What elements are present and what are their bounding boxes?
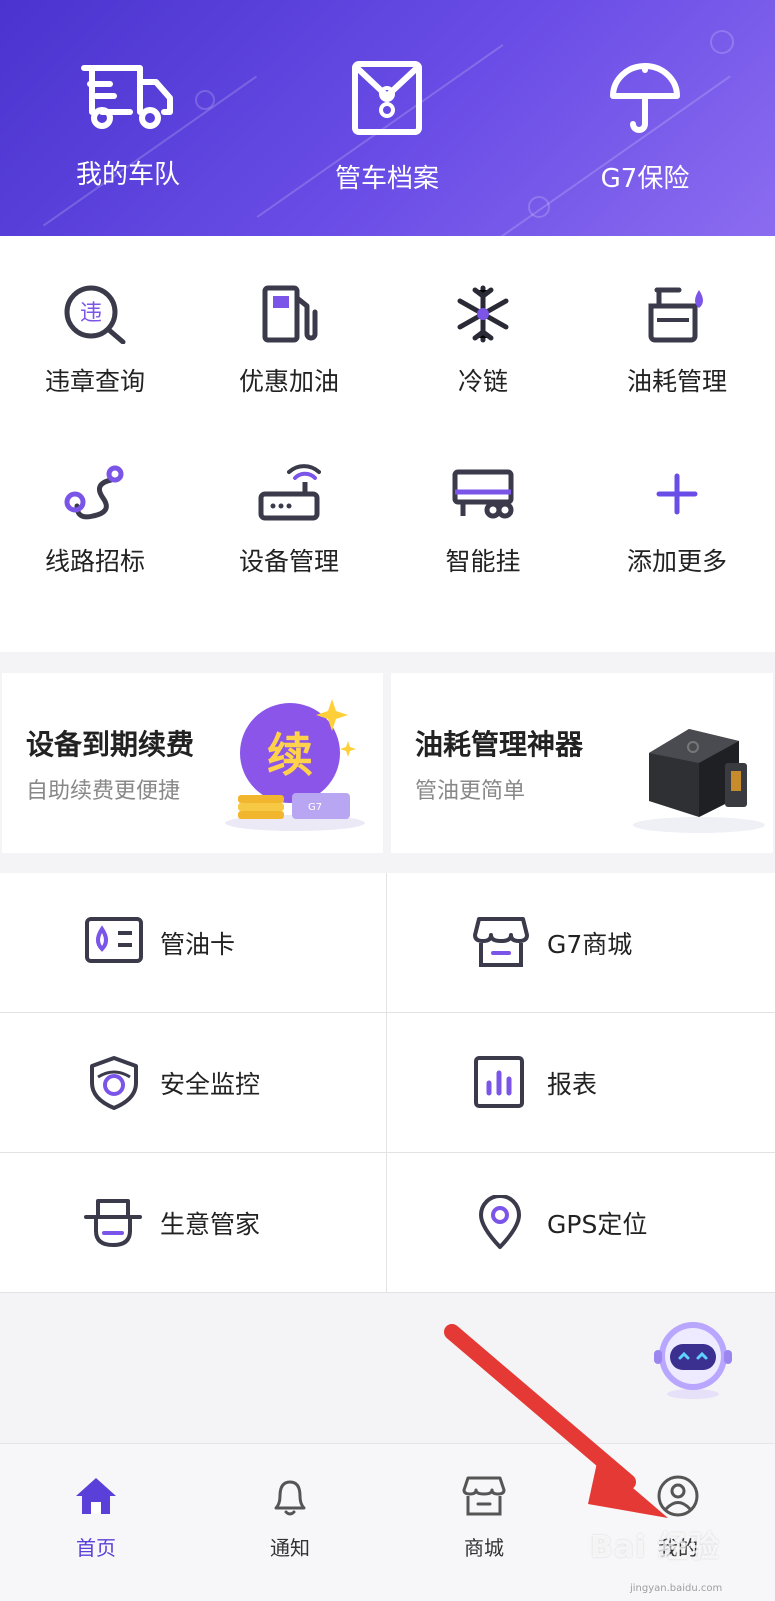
- menu-item-label: G7商城: [547, 930, 633, 959]
- menu-item-label: 报表: [547, 1070, 598, 1099]
- report-chart-icon: [474, 1056, 524, 1108]
- promo-card-subtitle: 管油更简单: [415, 779, 526, 804]
- quick-item-label: 违章查询: [44, 367, 145, 396]
- renewal-illustration-icon: 续 G7: [225, 699, 365, 831]
- shield-camera-icon: [90, 1056, 138, 1110]
- promo-card-fuel-tool[interactable]: 油耗管理神器 管油更简单: [391, 673, 773, 853]
- quick-item-device-management[interactable]: 设备管理: [194, 464, 384, 578]
- menu-item-label: 管油卡: [160, 930, 236, 959]
- trailer-icon: [452, 469, 514, 519]
- bell-icon: [274, 1480, 306, 1516]
- plus-icon: [656, 473, 698, 515]
- tab-notifications[interactable]: 通知: [230, 1474, 350, 1561]
- menu-item-gps-location[interactable]: GPS定位: [387, 1153, 775, 1293]
- quick-item-smart-trailer[interactable]: 智能挂: [388, 464, 578, 578]
- snowflake-icon: [457, 285, 509, 343]
- umbrella-icon: [610, 63, 680, 133]
- tab-label: 商城: [464, 1536, 504, 1560]
- menu-item-fuel-card[interactable]: 管油卡: [0, 873, 386, 1013]
- red-arrow-annotation: [444, 1324, 668, 1518]
- fuel-pump-icon: [262, 285, 318, 343]
- quick-item-label: 添加更多: [626, 547, 727, 576]
- svg-text:违: 违: [80, 301, 102, 326]
- menu-item-label: 生意管家: [160, 1210, 261, 1239]
- promo-card-device-renewal[interactable]: 设备到期续费 自助续费更便捷 续 G7: [2, 673, 383, 853]
- promo-card-subtitle: 自助续费更便捷: [26, 779, 181, 804]
- fuel-consumption-icon: [648, 287, 703, 343]
- menu-item-safety-monitoring[interactable]: 安全监控: [0, 1013, 386, 1153]
- quick-item-discount-fuel[interactable]: 优惠加油: [194, 284, 384, 398]
- quick-item-route-bidding[interactable]: 线路招标: [0, 464, 190, 578]
- watermark: Bai 经验: [590, 1530, 720, 1565]
- promo-card-title: 油耗管理神器: [415, 728, 584, 761]
- menu-item-g7-mall[interactable]: G7商城: [387, 873, 775, 1013]
- menu-item-label: GPS定位: [547, 1210, 648, 1239]
- quick-item-label: 设备管理: [238, 547, 339, 576]
- quick-item-label: 油耗管理: [626, 367, 727, 396]
- svg-text:续: 续: [267, 728, 313, 782]
- fuel-device-illustration-icon: [633, 729, 765, 833]
- header-banner: 我的车队 管车档案 G7保险: [0, 0, 775, 236]
- butler-icon: [84, 1199, 142, 1248]
- quick-item-cold-chain[interactable]: 冷链: [388, 284, 578, 398]
- header-item-label: 我的车队: [75, 160, 180, 190]
- quick-item-add-more[interactable]: 添加更多: [582, 464, 772, 578]
- quick-item-label: 智能挂: [445, 547, 521, 576]
- fuel-card-icon: [85, 917, 143, 963]
- svg-text:G7: G7: [308, 802, 322, 813]
- menu-item-reports[interactable]: 报表: [387, 1013, 775, 1153]
- feature-menu: 管油卡 G7商城 安全监控 报表 生意管家 GPS定位: [0, 873, 775, 1293]
- route-icon: [64, 465, 124, 520]
- archive-envelope-icon: [352, 61, 422, 135]
- quick-item-violation-query[interactable]: 违 违章查询: [0, 284, 190, 398]
- violation-search-icon: 违: [64, 285, 126, 344]
- router-device-icon: [258, 464, 321, 521]
- header-item-label: 管车档案: [334, 164, 439, 194]
- promo-card-title: 设备到期续费: [26, 728, 195, 761]
- location-pin-icon: [479, 1195, 521, 1249]
- watermark-url: jingyan.baidu.com: [630, 1583, 723, 1594]
- quick-item-label: 冷链: [457, 367, 508, 396]
- home-icon: [76, 1478, 116, 1514]
- menu-item-business-butler[interactable]: 生意管家: [0, 1153, 386, 1293]
- menu-item-label: 安全监控: [160, 1070, 261, 1099]
- quick-item-label: 线路招标: [44, 547, 145, 576]
- store-icon: [473, 917, 529, 967]
- header-item-my-fleet[interactable]: 我的车队: [28, 60, 228, 191]
- truck-icon: [81, 65, 173, 129]
- header-item-vehicle-archive[interactable]: 管车档案: [287, 60, 487, 195]
- tab-home[interactable]: 首页: [36, 1474, 156, 1561]
- quick-item-label: 优惠加油: [238, 367, 339, 396]
- tab-label: 通知: [270, 1536, 310, 1560]
- quick-item-fuel-consumption[interactable]: 油耗管理: [582, 284, 772, 398]
- header-item-label: G7保险: [600, 164, 690, 194]
- header-item-g7-insurance[interactable]: G7保险: [545, 60, 745, 195]
- tab-label: 首页: [76, 1536, 116, 1560]
- quick-actions-grid: 违 违章查询 优惠加油 冷链 油耗管理 线路招标 设备管理 智能挂 添加更多: [0, 236, 775, 652]
